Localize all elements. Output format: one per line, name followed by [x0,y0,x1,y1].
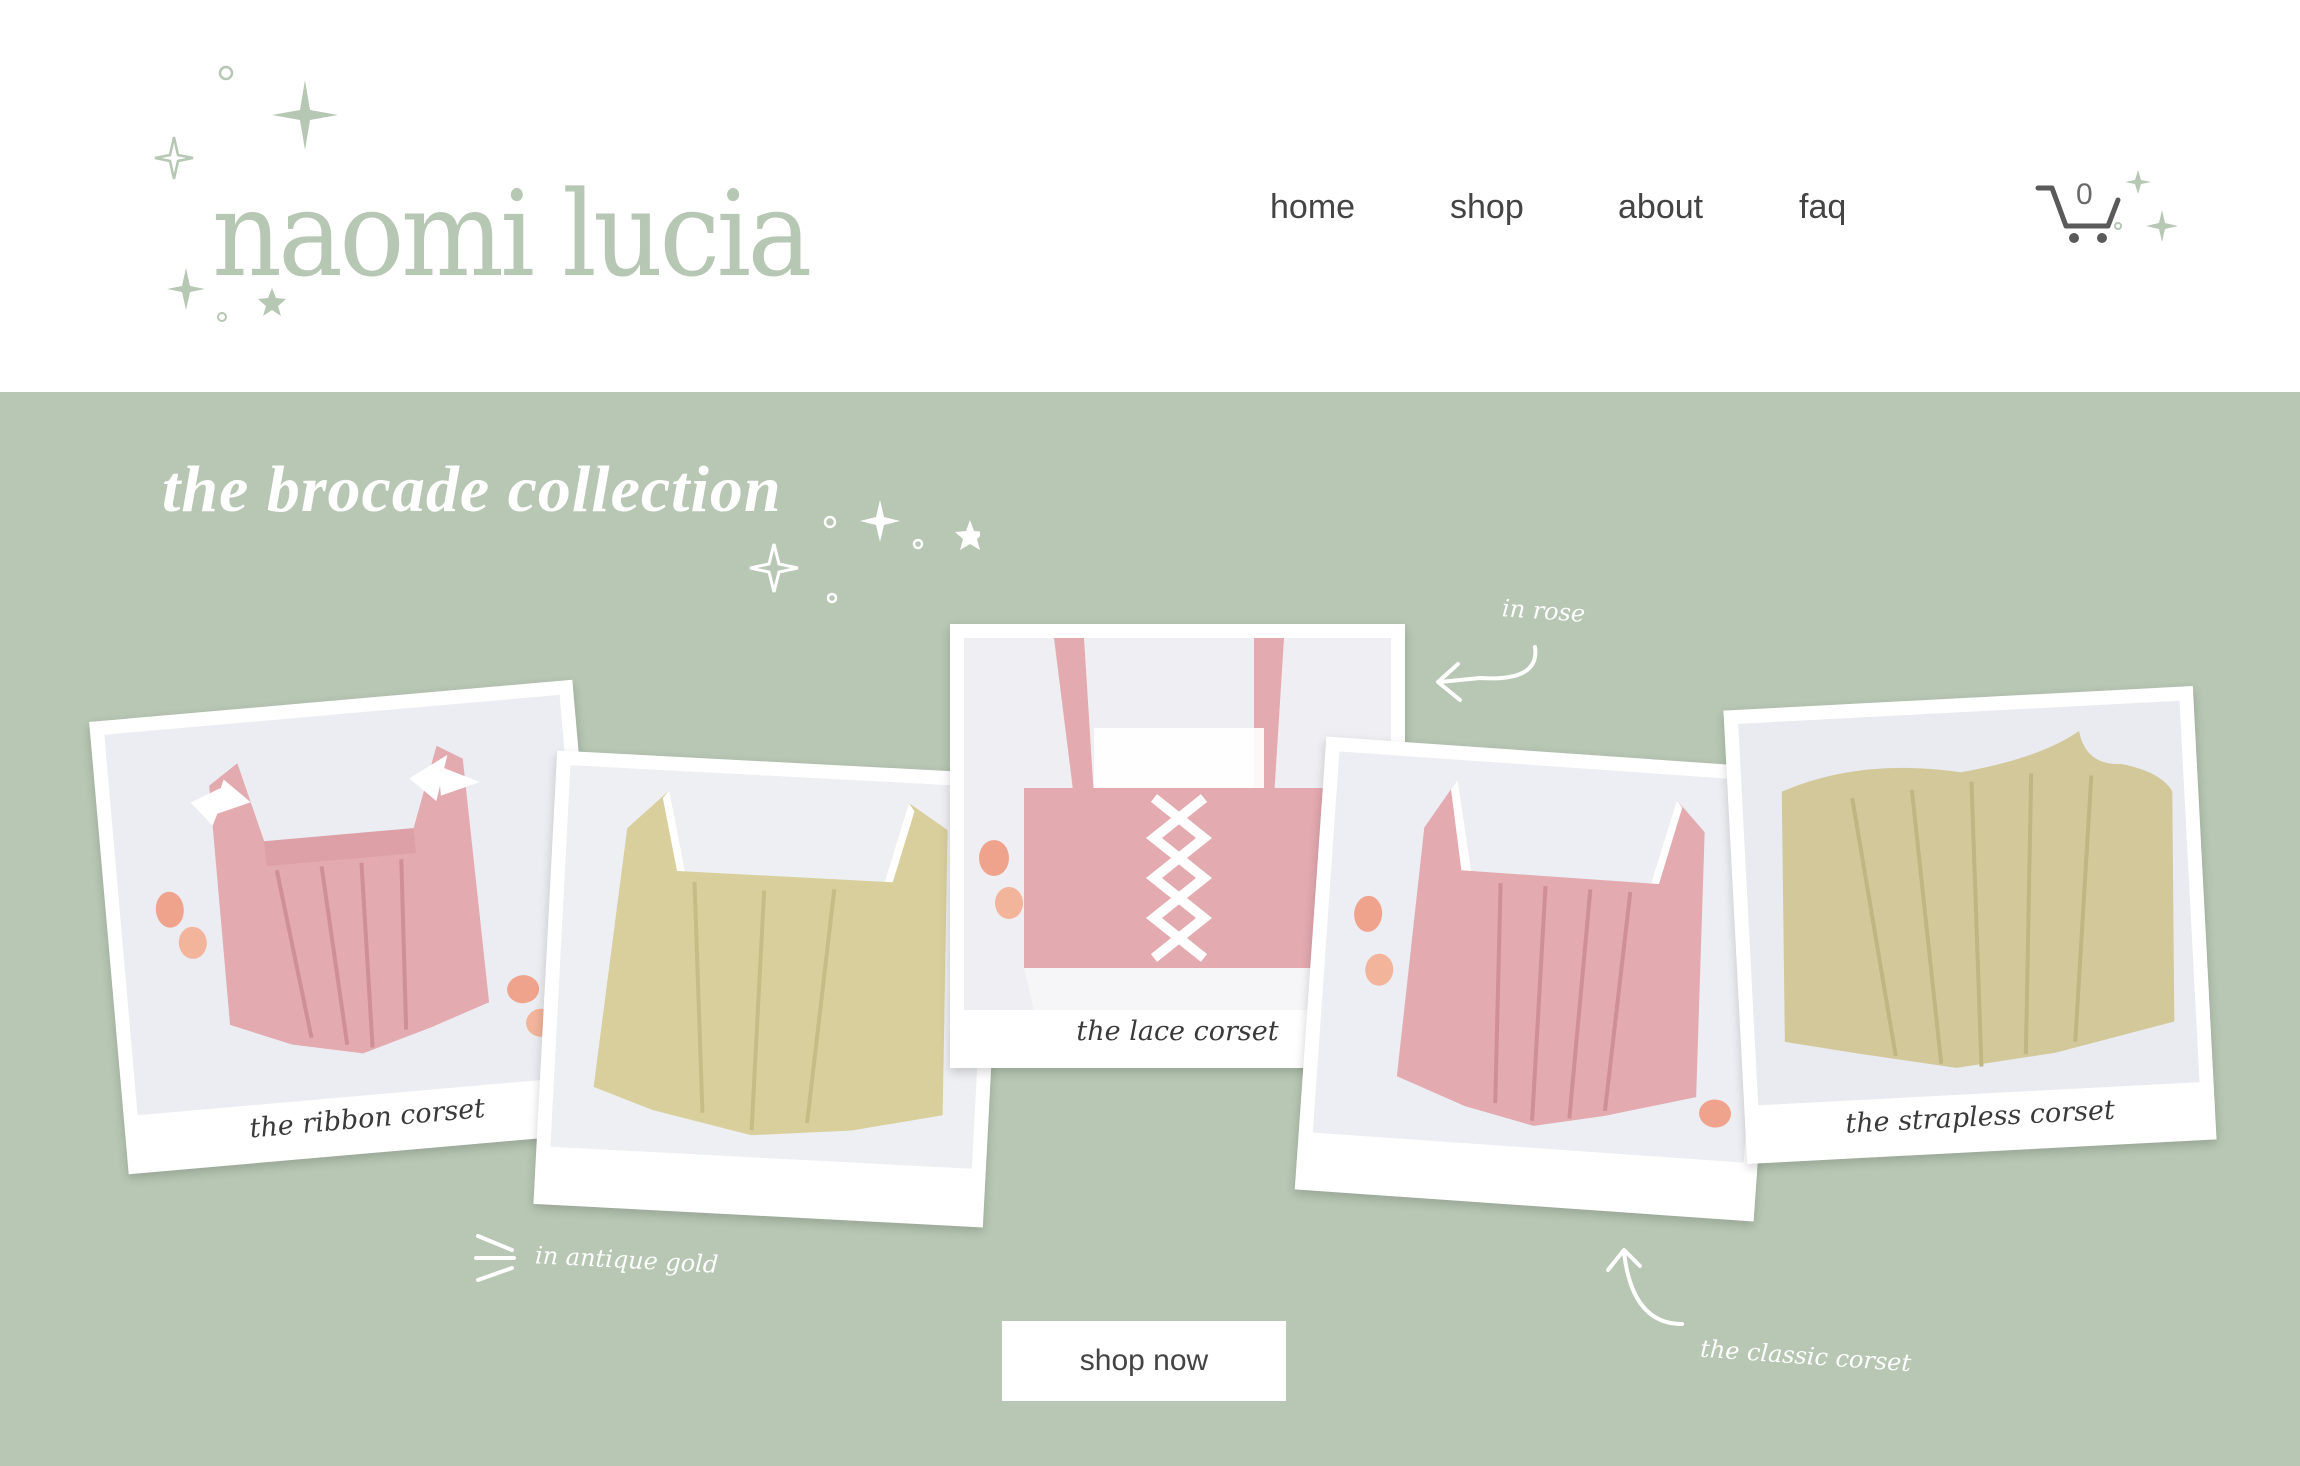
cart-icon [2035,170,2178,243]
brand-name: naomi lucia [212,165,812,303]
sparkles-icon [749,500,980,604]
emphasis-lines-icon [474,1234,516,1282]
arrow-up-icon [1606,1248,1684,1326]
strapless-corset-image [1738,700,2200,1106]
product-card-strapless-corset[interactable]: the strapless corset [1723,686,2217,1164]
product-photo [104,694,593,1116]
product-card-classic-corset[interactable] [1294,736,1786,1222]
annotation-classic-corset: the classic corset [1699,1334,1912,1378]
cart-count: 0 [2076,178,2093,211]
nav-item-home[interactable]: home [1270,188,1355,227]
product-card-gold-corset[interactable] [533,750,1007,1228]
brand-logo[interactable]: naomi lucia [150,55,812,335]
product-photo [1312,751,1771,1163]
annotation-in-rose: in rose [1501,594,1587,628]
gold-corset-image [550,765,992,1169]
rose-corset-image [104,694,593,1116]
hero-title: the brocade collection [162,453,782,526]
arrow-left-icon [1436,645,1538,702]
classic-rose-corset-image [1312,751,1771,1163]
nav-item-shop[interactable]: shop [1450,188,1524,227]
nav-item-about[interactable]: about [1618,188,1703,227]
site-header: naomi lucia home shop about faq 0 [0,0,2300,392]
shop-now-button[interactable]: shop now [1002,1321,1286,1401]
nav-item-faq[interactable]: faq [1799,188,1846,227]
annotation-in-antique-gold: in antique gold [534,1241,719,1279]
cart-button[interactable]: 0 [2030,170,2180,260]
product-photo [550,765,992,1169]
brocade-collection-hero: the brocade collection the ribbon corset [0,392,2300,1466]
product-photo [1738,700,2200,1106]
product-card-ribbon-corset[interactable]: the ribbon corset [89,679,612,1175]
